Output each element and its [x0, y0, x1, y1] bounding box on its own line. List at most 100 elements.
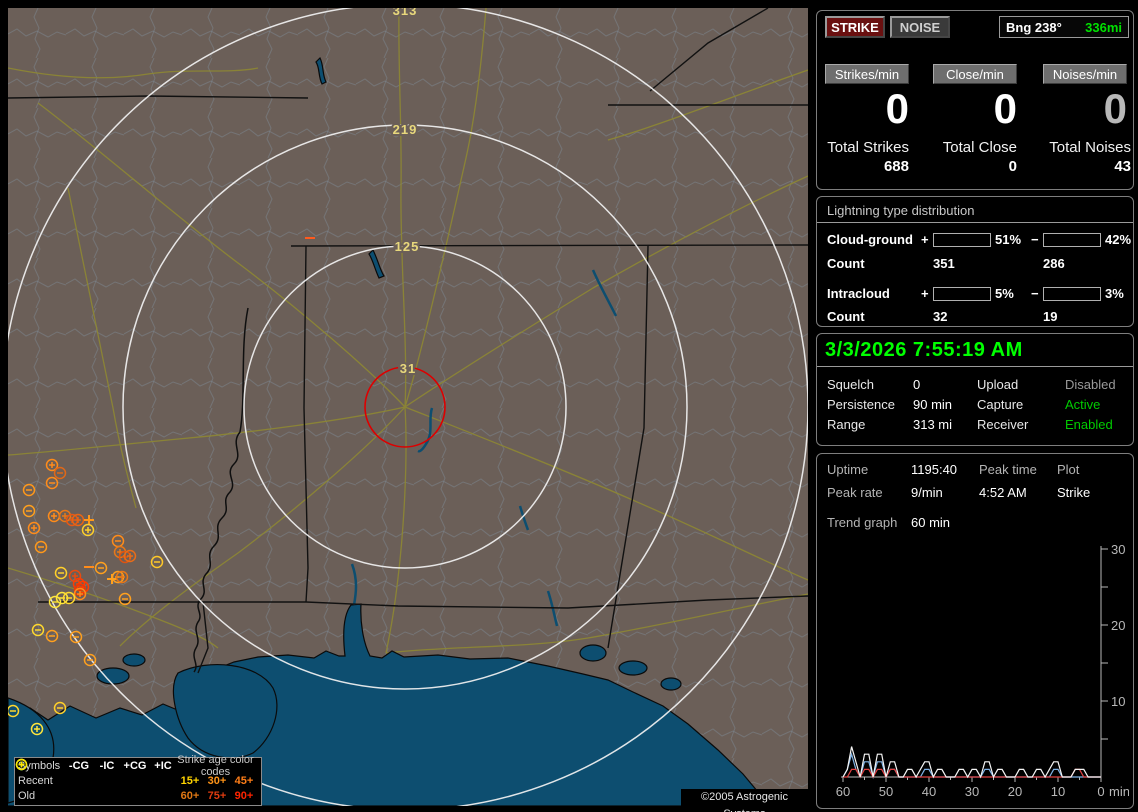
age-code-90: 90+	[234, 789, 254, 802]
trend-graph-window: 60 min	[911, 515, 951, 530]
plus-icon	[18, 761, 25, 768]
distribution-box: Lightning type distribution Cloud-ground…	[816, 196, 1134, 327]
cg-negative-pct: 42%	[1105, 232, 1132, 247]
ring-label-313: 313	[393, 8, 418, 18]
legend-neg-ic-label: -IC	[99, 759, 115, 772]
strike-toggle-button[interactable]: STRIKE	[825, 16, 885, 38]
ic-positive-count: 32	[933, 309, 948, 324]
trend-series-close	[842, 751, 1101, 780]
svg-text:60: 60	[836, 784, 850, 799]
intracloud-label: Intracloud	[827, 286, 890, 301]
svg-text:20: 20	[1008, 784, 1022, 799]
plus-sign: +	[921, 286, 929, 301]
peak-rate-value: 9/min	[911, 485, 943, 500]
legend-header-row: Symbols -CG -IC +CG +IC Strike age color…	[15, 754, 261, 778]
upload-status: Disabled	[1065, 377, 1116, 392]
svg-text:30: 30	[965, 784, 979, 799]
total-close-label: Total Close	[942, 139, 1017, 156]
stormvue-window: 313 219 125 31 Symbols -CG -IC +CG +IC Stri…	[0, 0, 1138, 812]
strikes-per-min-value: 0	[885, 85, 909, 132]
ic-positive-pct: 5%	[995, 286, 1014, 301]
ring-label-219: 219	[393, 122, 418, 137]
peak-time-label: Peak time	[979, 462, 1037, 477]
ic-negative-pct: 3%	[1105, 286, 1124, 301]
cg-count-label: Count	[827, 256, 865, 271]
svg-text:10: 10	[1111, 694, 1125, 709]
total-strikes-value: 688	[883, 158, 909, 175]
ic-count-label: Count	[827, 309, 865, 324]
close-per-min-value: 0	[993, 85, 1017, 132]
age-code-60: 60+	[180, 789, 200, 802]
bearing-value: Bng 238°	[1006, 19, 1062, 35]
total-close-value: 0	[1008, 158, 1017, 175]
legend-row-old: Old 60+ 75+ 90+	[15, 758, 261, 803]
age-code-75: 75+	[207, 789, 227, 802]
trend-graph: 10 20 30 60 50 40 30 20 10 0 min	[836, 542, 1129, 799]
svg-text:30: 30	[1111, 542, 1125, 557]
cg-negative-bar	[1043, 233, 1101, 247]
capture-label: Capture	[977, 397, 1024, 412]
counters-box: STRIKE NOISE Bng 238° 336mi Strikes/min …	[816, 10, 1134, 190]
ic-negative-count: 19	[1043, 309, 1058, 324]
plot-mode-value: Strike	[1057, 485, 1091, 500]
squelch-value: 0	[913, 377, 921, 392]
svg-text:20: 20	[1111, 618, 1125, 633]
distribution-title: Lightning type distribution	[817, 203, 1133, 223]
age-code-30: 30+	[207, 774, 227, 787]
cg-positive-bar	[933, 233, 991, 247]
total-noises-label: Total Noises	[1049, 139, 1131, 156]
trend-graph-label: Trend graph	[827, 515, 898, 530]
lightning-map[interactable]: 313 219 125 31 Symbols -CG -IC +CG +IC Stri…	[8, 8, 808, 812]
receiver-status: Enabled	[1065, 417, 1113, 432]
svg-text:10: 10	[1051, 784, 1065, 799]
bearing-display: Bng 238° 336mi	[999, 16, 1129, 38]
svg-text:40: 40	[922, 784, 936, 799]
legend-row-label: Recent	[18, 774, 53, 787]
legend-row-recent: Recent 15+ 30+ 45+	[15, 758, 261, 788]
minus-sign: −	[1031, 286, 1039, 301]
ring-label-125: 125	[395, 239, 420, 254]
trend-box: Uptime 1195:40 Peak time Plot Peak rate …	[816, 453, 1134, 809]
noises-per-min-value: 0	[1103, 85, 1127, 132]
plus-sign: +	[921, 232, 929, 247]
close-per-min-chip: Close/min	[933, 64, 1017, 84]
strikes-per-min-chip: Strikes/min	[825, 64, 909, 84]
ic-positive-bar	[933, 287, 991, 301]
persistence-label: Persistence	[827, 397, 895, 412]
squelch-label: Squelch	[827, 377, 874, 392]
status-box: 3/3/2026 7:55:19 AM Squelch 0 Upload Dis…	[816, 333, 1134, 446]
age-code-45: 45+	[234, 774, 254, 787]
noise-toggle-button[interactable]: NOISE	[890, 16, 950, 38]
svg-text:50: 50	[879, 784, 893, 799]
cg-positive-pct: 51%	[995, 232, 1022, 247]
copyright-notice: ©2005 Astrogenic Systems	[681, 789, 808, 812]
svg-text:min: min	[1109, 784, 1129, 799]
status-panel: STRIKE NOISE Bng 238° 336mi Strikes/min …	[812, 0, 1138, 812]
range-label: Range	[827, 417, 866, 432]
persistence-value: 90 min	[913, 397, 953, 412]
cloud-ground-label: Cloud-ground	[827, 232, 913, 247]
cg-positive-count: 351	[933, 256, 955, 271]
ic-negative-bar	[1043, 287, 1101, 301]
total-strikes-label: Total Strikes	[827, 139, 909, 156]
peak-rate-label: Peak rate	[827, 485, 883, 500]
bearing-distance: 336mi	[1085, 19, 1122, 35]
legend-neg-cg-label: -CG	[68, 759, 90, 772]
map-legend: Symbols -CG -IC +CG +IC Strike age color…	[14, 754, 262, 806]
svg-text:0: 0	[1097, 784, 1104, 799]
date-time-display: 3/3/2026 7:55:19 AM	[817, 337, 1133, 367]
legend-pos-ic-label: +IC	[154, 759, 172, 772]
noises-per-min-chip: Noises/min	[1043, 64, 1127, 84]
minus-sign: −	[1031, 232, 1039, 247]
map-canvas: 313 219 125 31	[8, 8, 808, 806]
receiver-label: Receiver	[977, 417, 1029, 432]
uptime-value: 1195:40	[911, 462, 958, 477]
total-noises-value: 43	[1114, 158, 1131, 175]
age-code-15: 15+	[180, 774, 200, 787]
legend-pos-cg-label: +CG	[123, 759, 147, 772]
upload-label: Upload	[977, 377, 1019, 392]
legend-row-label: Old	[18, 789, 36, 802]
peak-time-value: 4:52 AM	[979, 485, 1027, 500]
ring-label-31: 31	[400, 361, 416, 376]
cg-negative-count: 286	[1043, 256, 1065, 271]
